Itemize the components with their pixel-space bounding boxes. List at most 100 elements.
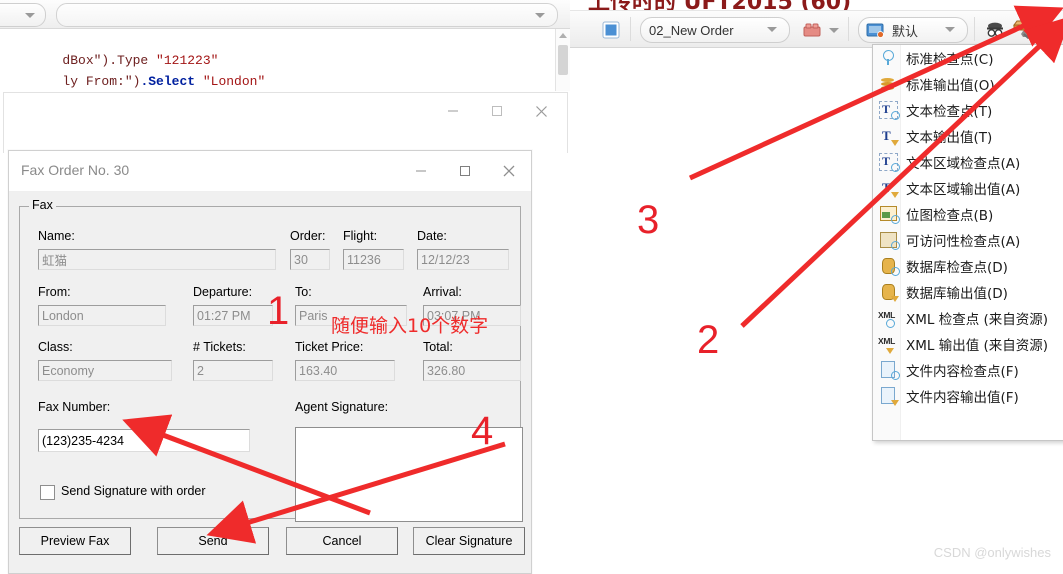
text-area-output-icon: T <box>878 178 900 198</box>
editor-toolbar <box>0 0 570 29</box>
file-content-checkpoint-icon <box>878 360 900 380</box>
toolbar-separator <box>848 17 849 41</box>
solution-combo-label: 02_New Order <box>649 22 734 38</box>
standard-checkpoint-icon <box>878 48 900 68</box>
menu-item-xml-checkpoint[interactable]: XML XML 检查点 (来自资源) <box>873 305 1063 331</box>
cancel-button[interactable]: Cancel <box>286 527 398 555</box>
text-area-checkpoint-icon: T <box>878 152 900 172</box>
uft-cut-title-strip: 上传时的 UFT2015 (60) <box>570 0 1063 10</box>
field-total[interactable]: 326.80 <box>423 360 521 381</box>
editor-left-combo[interactable] <box>0 3 46 27</box>
run-mode-combo[interactable]: 默认 <box>858 17 968 43</box>
menu-item-label: 可访问性检查点(A) <box>906 234 1021 250</box>
menu-item-label: 文件内容输出值(F) <box>906 390 1019 406</box>
chevron-down-icon <box>535 13 545 18</box>
menu-item-accessibility-checkpoint[interactable]: 可访问性检查点(A) <box>873 227 1063 253</box>
toolbar-separator <box>974 17 975 41</box>
menu-item-text-area-output[interactable]: T 文本区域输出值(A) <box>873 175 1063 201</box>
menu-item-database-output[interactable]: 数据库输出值(D) <box>873 279 1063 305</box>
xml-output-icon: XML <box>878 334 900 354</box>
database-checkpoint-icon <box>878 256 900 276</box>
agent-signature-canvas[interactable] <box>295 427 523 522</box>
send-signature-checkbox[interactable] <box>40 485 55 500</box>
bitmap-checkpoint-icon <box>878 204 900 224</box>
menu-item-xml-output[interactable]: XML XML 输出值 (来自资源) <box>873 331 1063 357</box>
menu-item-standard-checkpoint[interactable]: 标准检查点(C) <box>873 45 1063 71</box>
field-flight[interactable]: 11236 <box>343 249 404 270</box>
chevron-down-icon <box>945 27 955 32</box>
label-flight: Flight: <box>343 229 378 243</box>
chevron-down-icon <box>25 13 35 18</box>
menu-item-file-content-output[interactable]: 文件内容输出值(F) <box>873 383 1063 409</box>
code-text-area[interactable]: dBox").Type "121223" ly From:").Select "… <box>0 29 556 91</box>
editor-scrollbar[interactable] <box>555 29 570 91</box>
field-arrival[interactable]: 03:07 PM <box>423 305 521 326</box>
spy-icon[interactable] <box>984 19 1006 41</box>
label-arrival: Arrival: <box>423 285 462 299</box>
label-total: Total: <box>423 340 453 354</box>
menu-item-database-checkpoint[interactable]: 数据库检查点(D) <box>873 253 1063 279</box>
field-ticket-price[interactable]: 163.40 <box>295 360 395 381</box>
field-name[interactable]: 虹猫 <box>38 249 276 270</box>
menu-item-label: XML 检查点 (来自资源) <box>906 312 1049 328</box>
fax-dialog-body: Fax Name: Order: Flight: Date: 虹猫 30 112… <box>9 192 531 574</box>
menu-item-label: 文件内容检查点(F) <box>906 364 1019 380</box>
label-class: Class: <box>38 340 73 354</box>
uft-toolbar: 02_New Order 默认 <box>570 10 1063 48</box>
minimize-icon[interactable] <box>399 151 443 191</box>
fax-number-input[interactable]: (123)235-4234 <box>38 429 250 452</box>
standard-output-icon <box>878 74 900 94</box>
menu-item-text-output[interactable]: T 文本输出值(T) <box>873 123 1063 149</box>
label-date: Date: <box>417 229 447 243</box>
object-repository-wrench-icon[interactable] <box>1012 19 1034 41</box>
field-date[interactable]: 12/12/23 <box>417 249 509 270</box>
preview-fax-button[interactable]: Preview Fax <box>19 527 131 555</box>
accessibility-checkpoint-icon <box>878 230 900 250</box>
fax-window-buttons <box>399 151 531 191</box>
field-to[interactable]: Paris <box>295 305 407 326</box>
uft-cut-title: 上传时的 UFT2015 (60) <box>588 0 851 10</box>
menu-item-label: 数据库检查点(D) <box>906 260 1008 276</box>
chevron-down-icon <box>767 27 777 32</box>
field-class[interactable]: Economy <box>38 360 172 381</box>
menu-item-label: 文本输出值(T) <box>906 130 993 146</box>
menu-item-label: 文本区域检查点(A) <box>906 156 1021 172</box>
send-signature-label: Send Signature with order <box>61 484 206 498</box>
menu-item-text-area-checkpoint[interactable]: T 文本区域检查点(A) <box>873 149 1063 175</box>
checkpoint-dropdown-menu[interactable]: 标准检查点(C) 标准输出值(O) T 文本检查点(T) T 文本输出值(T) … <box>872 44 1063 441</box>
label-fax-number: Fax Number: <box>38 400 111 414</box>
close-icon[interactable] <box>487 151 531 191</box>
fax-order-dialog: Fax Order No. 30 Fax Name: Order: Flight… <box>8 150 532 574</box>
scrollbar-thumb[interactable] <box>558 45 568 75</box>
close-icon[interactable] <box>519 97 563 125</box>
stop-icon[interactable] <box>600 19 622 41</box>
scroll-up-icon[interactable] <box>559 33 567 38</box>
checkpoint-toolbutton-icon[interactable] <box>1040 19 1062 41</box>
lego-icon[interactable] <box>801 19 823 41</box>
menu-item-text-checkpoint[interactable]: T 文本检查点(T) <box>873 97 1063 123</box>
menu-item-label: 位图检查点(B) <box>906 208 994 224</box>
fax-group-box: Fax Name: Order: Flight: Date: 虹猫 30 112… <box>19 198 523 522</box>
editor-method-combo[interactable] <box>56 3 558 27</box>
fax-dialog-titlebar: Fax Order No. 30 <box>9 151 531 192</box>
menu-item-standard-output[interactable]: 标准输出值(O) <box>873 71 1063 97</box>
chevron-down-icon[interactable] <box>829 28 839 33</box>
field-order[interactable]: 30 <box>290 249 330 270</box>
maximize-icon[interactable] <box>443 151 487 191</box>
background-window <box>3 92 568 153</box>
field-tickets[interactable]: 2 <box>193 360 273 381</box>
label-to: To: <box>295 285 312 299</box>
menu-item-file-content-checkpoint[interactable]: 文件内容检查点(F) <box>873 357 1063 383</box>
label-agent-signature: Agent Signature: <box>295 400 389 414</box>
solution-combo[interactable]: 02_New Order <box>640 17 790 43</box>
menu-item-label: 数据库输出值(D) <box>906 286 1008 302</box>
minimize-icon[interactable] <box>431 97 475 125</box>
field-departure[interactable]: 01:27 PM <box>193 305 273 326</box>
maximize-icon[interactable] <box>475 97 519 125</box>
label-tickets: # Tickets: <box>193 340 246 354</box>
menu-item-bitmap-checkpoint[interactable]: 位图检查点(B) <box>873 201 1063 227</box>
send-button[interactable]: Send <box>157 527 269 555</box>
field-from[interactable]: London <box>38 305 166 326</box>
menu-item-label: 标准检查点(C) <box>906 52 994 68</box>
clear-signature-button[interactable]: Clear Signature <box>413 527 525 555</box>
